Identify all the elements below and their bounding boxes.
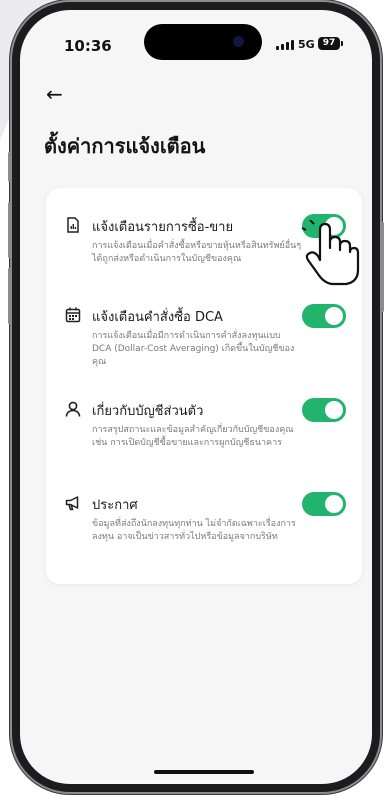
setting-title-account: เกี่ยวกับบัญชีส่วนตัว (92, 404, 204, 419)
page-title: ตั้งค่าการแจ้งเตือน (44, 134, 206, 158)
toggle-knob (325, 401, 343, 419)
setting-desc-announcement: ข้อมูลที่ส่งถึงนักลงทุนทุกท่าน ไม่จำกัดเ… (92, 519, 296, 542)
setting-title-dca: แจ้งเตือนคำสั่งซื้อ DCA (92, 310, 223, 325)
back-arrow-icon[interactable]: ← (46, 84, 63, 104)
phone-frame: 10:36 5G 97 ← ตั้งค่าการแจ้งเตือน แจ้งเต… (8, 2, 384, 792)
dynamic-island (144, 24, 262, 60)
home-indicator (154, 770, 254, 774)
megaphone-icon (65, 496, 79, 511)
phone-side-button (8, 152, 11, 182)
setting-desc-dca: การแจ้งเตือนเมื่อมีการดำเนินการคำสั่งลงท… (92, 331, 295, 367)
toggle-knob (325, 495, 343, 513)
volume-down-button (8, 268, 11, 324)
toggle-knob (325, 307, 343, 325)
volume-up-button (8, 202, 11, 258)
status-time: 10:36 (64, 37, 112, 55)
calendar-icon (65, 307, 81, 323)
setting-desc-trade: การแจ้งเตือนเมื่อคำสั่งซื้อหรือขายหุ้นหร… (92, 241, 302, 264)
power-button (381, 222, 384, 312)
setting-title-announcement: ประกาศ (92, 498, 138, 513)
toggle-announcement[interactable] (302, 492, 346, 516)
setting-title-trade: แจ้งเตือนรายการซื้อ-ขาย (92, 220, 234, 235)
signal-icon (276, 40, 294, 50)
receipt-icon (67, 217, 79, 233)
status-bar: 10:36 5G 97 (20, 10, 372, 66)
app-screen: 10:36 5G 97 ← ตั้งค่าการแจ้งเตือน แจ้งเต… (20, 10, 372, 784)
camera-icon (233, 36, 244, 47)
user-icon (65, 401, 81, 417)
toggle-dca[interactable] (302, 304, 346, 328)
network-label: 5G (298, 38, 315, 51)
tap-hand-icon (300, 220, 360, 286)
setting-desc-account: การสรุปสถานะและข้อมูลสำคัญเกี่ยวกับบัญชี… (92, 425, 294, 448)
toggle-account[interactable] (302, 398, 346, 422)
battery-icon: 97 (318, 37, 343, 50)
